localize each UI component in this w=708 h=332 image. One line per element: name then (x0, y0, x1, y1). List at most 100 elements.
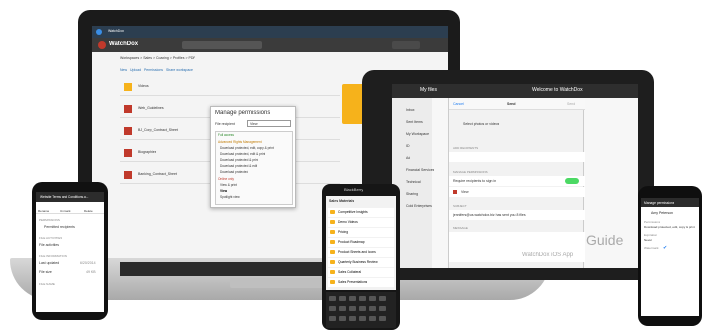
signin-toggle[interactable] (565, 178, 579, 184)
manage-permissions-dialog: Manage permissions File recipient View F… (210, 106, 296, 208)
breadcrumb-item[interactable]: Coaxing (156, 56, 169, 60)
list-item[interactable]: Product Roadmap (328, 238, 394, 247)
sidebar-item[interactable]: Financial Services (406, 168, 434, 172)
folder-icon (124, 83, 132, 91)
account-button[interactable] (392, 41, 420, 49)
list-item[interactable]: Sales Collateral (328, 268, 394, 277)
list-item[interactable]: Videos (120, 78, 340, 96)
unmark-button[interactable]: Unmark (60, 209, 71, 213)
option[interactable]: Download protected & edit (220, 164, 257, 168)
android-header: Website Terms and Conditions.a... (36, 192, 104, 202)
section-header: MESSAGE (453, 226, 468, 230)
upload-button[interactable]: Upload (130, 68, 141, 72)
sidebar-item[interactable]: Cold Enterprises (406, 204, 432, 208)
section-header: FILE NAME (39, 282, 55, 286)
list-item[interactable]: Quarterly Business Review (328, 258, 394, 267)
option[interactable]: Download protected, edit, copy & print (220, 146, 274, 150)
breadcrumb-item[interactable]: Workspaces (120, 56, 139, 60)
option[interactable]: Download protected, edit & print (220, 152, 265, 156)
folder-icon (330, 220, 335, 224)
send-dialog: Cancel Send Send Select photos or videos… (448, 98, 585, 268)
dialog-title: Manage permissions (215, 110, 271, 116)
app-name: WatchDox (109, 41, 139, 47)
search-input[interactable] (182, 41, 262, 49)
laptop-touchpad (230, 278, 330, 288)
pdf-icon (124, 171, 132, 179)
file-activities-link[interactable]: File activities (39, 243, 59, 247)
folder-name: Demo Videos (338, 220, 358, 224)
guide-overlay-subtitle: WatchDox iOS App (522, 252, 574, 258)
file-name: Web_Guidelines (138, 106, 164, 110)
wp-label: Permissions (644, 220, 661, 224)
folder-name: Product Sheets and Icons (338, 250, 376, 254)
list-item[interactable]: Demo Videos (328, 218, 394, 227)
sidebar-item-workspace[interactable]: My Workspace (406, 132, 429, 136)
permission-select[interactable]: View (247, 120, 291, 127)
option[interactable]: Advanced Rights Management (218, 140, 262, 144)
cancel-button[interactable]: Cancel (453, 102, 464, 106)
sidebar-item[interactable]: Sharing (406, 192, 418, 196)
breadcrumb-item[interactable]: Profiles (173, 56, 185, 60)
my-files-title: My files (420, 87, 437, 93)
blackberry-keyboard (326, 292, 396, 328)
list-item[interactable]: Competitive Insights (328, 208, 394, 217)
section-header: FILE ACTIVITIES (39, 236, 63, 240)
watchdox-logo-icon (98, 41, 106, 49)
permissions-button[interactable]: Permissions (144, 68, 163, 72)
wp-expiration-value[interactable]: Never (644, 238, 652, 242)
option[interactable]: Full access (218, 133, 234, 137)
subject-input[interactable]: jennifers@us.watchdox.biz has sent you 8… (449, 210, 585, 220)
subject-value: jennifers@us.watchdox.biz has sent you 8… (453, 213, 526, 217)
sidebar-item[interactable]: Ad (406, 156, 410, 160)
file-size-label: File size (39, 270, 52, 274)
option[interactable]: Spotlight view (220, 195, 240, 199)
welcome-title: Welcome to WatchDox (532, 87, 583, 93)
back-button[interactable] (96, 29, 102, 35)
option[interactable]: Download protected (220, 170, 248, 174)
folder-icon (330, 260, 335, 264)
folder-icon (330, 280, 335, 284)
section-header: MANAGE PERMISSIONS (453, 170, 488, 174)
section-header: SUBJECT (453, 204, 467, 208)
permission-value[interactable]: Permitted recipients (44, 225, 75, 229)
list-item[interactable]: Pricing (328, 228, 394, 237)
sidebar-item-inbox[interactable]: Inbox (406, 108, 415, 112)
share-workspace-button[interactable]: Share workspace (166, 68, 193, 72)
sidebar-item[interactable]: ID (406, 144, 410, 148)
ipad-screen: My files Welcome to WatchDox Inbox Sent … (392, 84, 638, 268)
blackberry-brand: BlackBerry (344, 187, 364, 192)
browser-tab-title[interactable]: WatchDox (108, 29, 124, 33)
delete-button[interactable]: Delete (84, 209, 93, 213)
checkmark-icon[interactable]: ✔ (663, 245, 667, 251)
folder-icon (330, 250, 335, 254)
sidebar-item-sent[interactable]: Sent Items (406, 120, 423, 124)
wp-label: Expiration (644, 233, 658, 237)
breadcrumb-item[interactable]: PDF (188, 56, 195, 60)
sidebar-item[interactable]: Technical (406, 180, 421, 184)
option[interactable]: View (220, 189, 227, 193)
rename-button[interactable]: Rename (38, 209, 49, 213)
wp-user: Amy Peterson (651, 211, 673, 215)
list-item[interactable]: Product Sheets and Icons (328, 248, 394, 257)
wp-title: Manage permissions (644, 201, 675, 205)
app-header: WatchDox (92, 38, 448, 52)
file-name: Videos (138, 84, 149, 88)
pdf-icon (124, 149, 132, 157)
option[interactable]: Download protected & print (220, 158, 258, 162)
option[interactable]: Online only (218, 177, 234, 181)
breadcrumb: Workspaces > Sales > Coaxing > Profiles … (120, 56, 196, 60)
ipad-topbar: My files Welcome to WatchDox (392, 84, 638, 98)
send-button[interactable]: Send (567, 102, 575, 106)
pdf-icon (124, 105, 132, 113)
wp-permission-value[interactable]: Download protected, edit, copy & print (644, 225, 698, 229)
list-item[interactable]: Sales Presentations (328, 278, 394, 287)
select-photos-link[interactable]: Select photos or videos (463, 122, 499, 126)
folder-name: Pricing (338, 230, 349, 234)
browser-titlebar: WatchDox (92, 26, 448, 38)
option[interactable]: View & print (220, 183, 237, 187)
breadcrumb-item[interactable]: Sales (143, 56, 152, 60)
new-button[interactable]: New (120, 68, 127, 72)
send-dialog-title: Send (507, 102, 516, 106)
recipients-input[interactable] (449, 152, 585, 162)
permission-row[interactable]: View (449, 187, 585, 197)
